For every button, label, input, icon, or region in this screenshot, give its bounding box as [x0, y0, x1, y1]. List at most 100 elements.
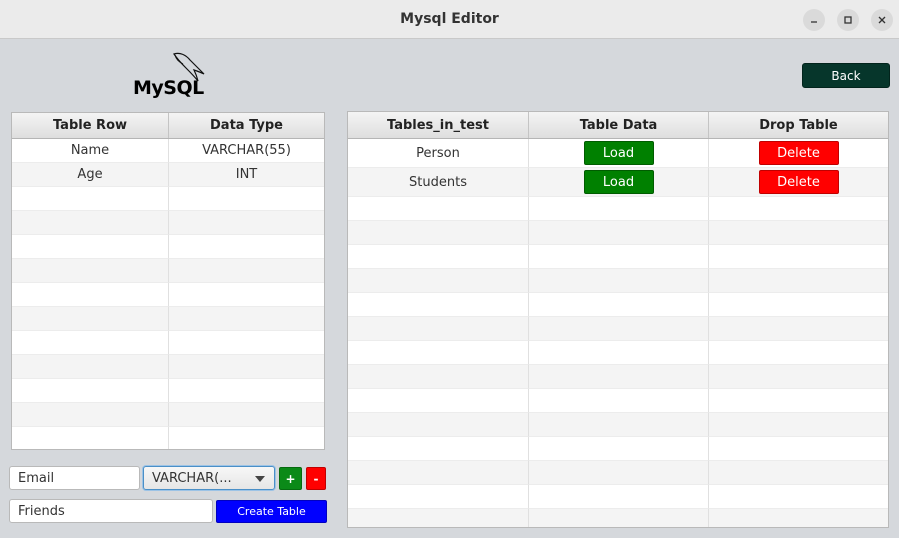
header-data-type[interactable]: Data Type — [169, 113, 324, 138]
empty-table-row[interactable] — [12, 427, 324, 449]
empty-table-row[interactable] — [12, 403, 324, 427]
empty-table-row[interactable] — [348, 221, 888, 245]
mysql-logo: MySQL — [130, 50, 208, 99]
close-icon — [878, 16, 886, 24]
empty-cell — [529, 509, 709, 527]
empty-cell — [348, 245, 529, 269]
empty-cell — [529, 245, 709, 269]
load-button[interactable]: Load — [583, 141, 654, 165]
empty-cell — [709, 461, 888, 485]
empty-table-row[interactable] — [348, 317, 888, 341]
empty-table-row[interactable] — [348, 437, 888, 461]
empty-cell — [12, 307, 169, 331]
empty-table-row[interactable] — [348, 293, 888, 317]
empty-table-row[interactable] — [348, 245, 888, 269]
window-title: Mysql Editor — [400, 11, 499, 27]
column-name-input[interactable]: Email — [9, 466, 140, 490]
empty-table-row[interactable] — [12, 331, 324, 355]
empty-cell — [12, 379, 169, 403]
empty-cell — [169, 283, 324, 307]
back-button[interactable]: Back — [802, 63, 890, 88]
empty-table-row[interactable] — [12, 259, 324, 283]
header-drop-table[interactable]: Drop Table — [709, 112, 888, 138]
empty-table-row[interactable] — [348, 389, 888, 413]
header-table-row[interactable]: Table Row — [12, 113, 169, 138]
empty-cell — [348, 365, 529, 389]
empty-cell — [529, 317, 709, 341]
delete-button[interactable]: Delete — [758, 170, 839, 194]
empty-cell — [169, 235, 324, 259]
table-row[interactable]: Age INT — [12, 163, 324, 187]
columns-table: Table Row Data Type Name VARCHAR(55) Age… — [11, 112, 325, 450]
cell-delete: Delete — [709, 168, 888, 197]
empty-cell — [709, 317, 888, 341]
empty-cell — [348, 341, 529, 365]
empty-table-row[interactable] — [12, 379, 324, 403]
empty-cell — [348, 293, 529, 317]
columns-table-header: Table Row Data Type — [12, 113, 324, 139]
empty-table-row[interactable] — [12, 235, 324, 259]
maximize-icon — [844, 16, 852, 24]
empty-cell — [529, 221, 709, 245]
header-table-data[interactable]: Table Data — [529, 112, 709, 138]
empty-cell — [12, 211, 169, 235]
tables-table-header: Tables_in_test Table Data Drop Table — [348, 112, 888, 139]
table-row[interactable]: Person Load Delete — [348, 139, 888, 168]
empty-cell — [529, 197, 709, 221]
empty-cell — [12, 283, 169, 307]
minimize-button[interactable] — [803, 9, 825, 31]
empty-table-row[interactable] — [348, 269, 888, 293]
empty-cell — [169, 211, 324, 235]
cell-delete: Delete — [709, 139, 888, 168]
empty-cell — [12, 331, 169, 355]
empty-cell — [709, 485, 888, 509]
empty-table-row[interactable] — [12, 355, 324, 379]
empty-cell — [529, 341, 709, 365]
data-type-select[interactable]: VARCHAR(... — [143, 466, 275, 490]
table-row[interactable]: Name VARCHAR(55) — [12, 139, 324, 163]
empty-table-row[interactable] — [348, 341, 888, 365]
empty-table-row[interactable] — [12, 283, 324, 307]
load-button[interactable]: Load — [583, 170, 654, 194]
tables-table-body: Person Load Delete Students Load Delete — [348, 139, 888, 527]
empty-table-row[interactable] — [12, 187, 324, 211]
empty-cell — [348, 509, 529, 527]
cell-data-type: VARCHAR(55) — [169, 139, 324, 163]
empty-cell — [348, 221, 529, 245]
data-type-value: VARCHAR(... — [152, 470, 232, 486]
empty-cell — [348, 269, 529, 293]
cell-load: Load — [529, 139, 709, 168]
empty-cell — [348, 485, 529, 509]
empty-cell — [709, 197, 888, 221]
empty-table-row[interactable] — [12, 211, 324, 235]
empty-table-row[interactable] — [348, 485, 888, 509]
table-row[interactable]: Students Load Delete — [348, 168, 888, 197]
empty-table-row[interactable] — [348, 197, 888, 221]
maximize-button[interactable] — [837, 9, 859, 31]
create-table-button[interactable]: Create Table — [216, 500, 327, 523]
remove-column-button[interactable]: - — [306, 467, 326, 490]
empty-table-row[interactable] — [348, 509, 888, 527]
empty-cell — [529, 437, 709, 461]
empty-table-row[interactable] — [12, 307, 324, 331]
cell-table-name: Person — [348, 139, 529, 168]
empty-cell — [12, 427, 169, 449]
cell-data-type: INT — [169, 163, 324, 187]
chevron-down-icon — [255, 476, 265, 482]
header-tables-in-test[interactable]: Tables_in_test — [348, 112, 529, 138]
empty-cell — [348, 437, 529, 461]
empty-table-row[interactable] — [348, 461, 888, 485]
delete-button[interactable]: Delete — [758, 141, 839, 165]
empty-table-row[interactable] — [348, 365, 888, 389]
empty-table-row[interactable] — [348, 413, 888, 437]
empty-cell — [529, 413, 709, 437]
empty-cell — [12, 259, 169, 283]
add-column-button[interactable]: + — [279, 467, 302, 490]
empty-cell — [348, 461, 529, 485]
empty-cell — [169, 379, 324, 403]
empty-cell — [169, 259, 324, 283]
empty-cell — [12, 403, 169, 427]
empty-cell — [709, 341, 888, 365]
close-button[interactable] — [871, 9, 893, 31]
table-name-input[interactable]: Friends — [9, 499, 213, 523]
